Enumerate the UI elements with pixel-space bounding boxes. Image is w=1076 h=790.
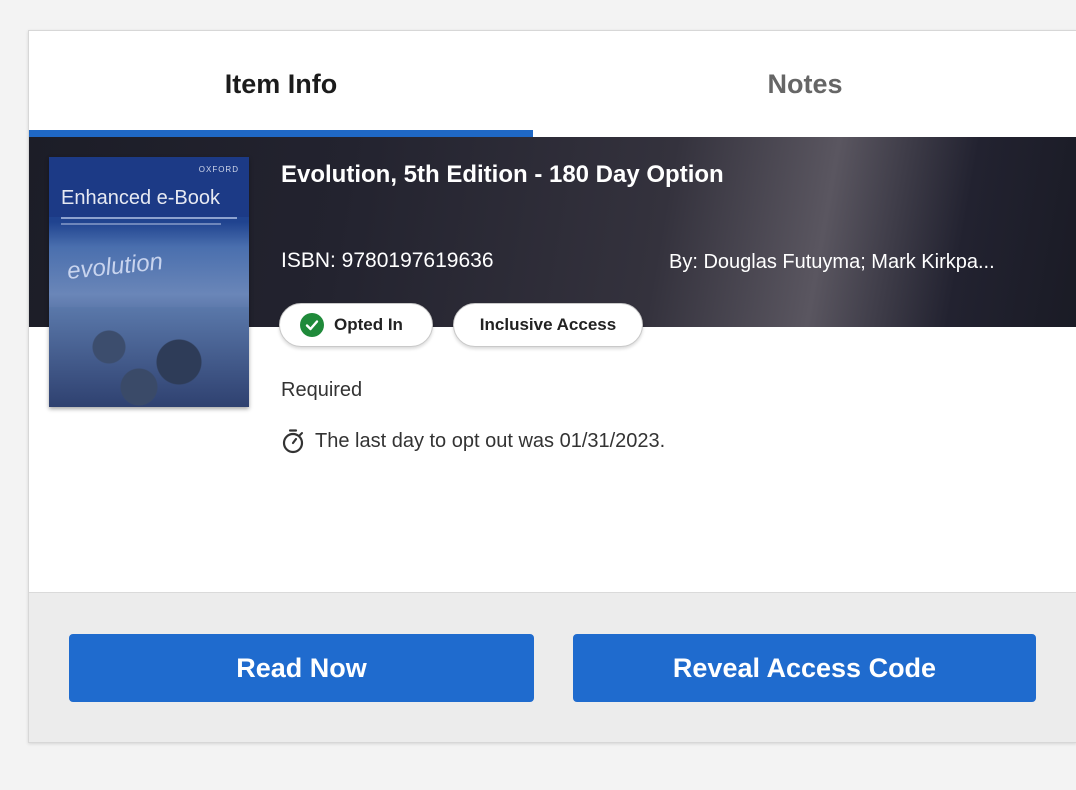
item-authors: By: Douglas Futuyma; Mark Kirkpa... [669,251,995,273]
opt-out-message: The last day to opt out was 01/31/2023. [315,429,666,452]
cover-book-title: evolution [65,248,165,285]
cover-divider [61,223,221,225]
cover-artwork [49,307,249,407]
reveal-access-code-button[interactable]: Reveal Access Code [573,634,1036,702]
cover-divider [61,217,237,219]
requirement-status: Required [281,379,363,401]
opted-in-label: Opted In [334,315,403,334]
tab-notes[interactable]: Notes [533,31,1076,137]
inclusive-access-badge: Inclusive Access [453,303,643,347]
inclusive-access-label: Inclusive Access [479,315,617,334]
action-footer: Read Now Reveal Access Code [29,592,1076,742]
cover-ebook-label: Enhanced e-Book [61,187,221,209]
item-title: Evolution, 5th Edition - 180 Day Option [281,161,724,188]
item-card: Item Info Notes OXFORD Enhanced e-Book e… [28,30,1076,743]
tab-bar: Item Info Notes [29,31,1076,137]
item-isbn: ISBN: 9780197619636 [281,249,494,272]
read-now-button[interactable]: Read Now [69,634,534,702]
stopwatch-icon [281,428,305,454]
opt-out-deadline: The last day to opt out was 01/31/2023. [281,428,665,454]
tab-item-info[interactable]: Item Info [29,31,533,137]
active-tab-indicator [29,130,533,137]
opted-in-badge: Opted In [279,303,433,347]
cover-publisher: OXFORD [198,165,239,174]
check-circle-icon [300,313,324,337]
book-cover-image: OXFORD Enhanced e-Book evolution [49,157,249,407]
